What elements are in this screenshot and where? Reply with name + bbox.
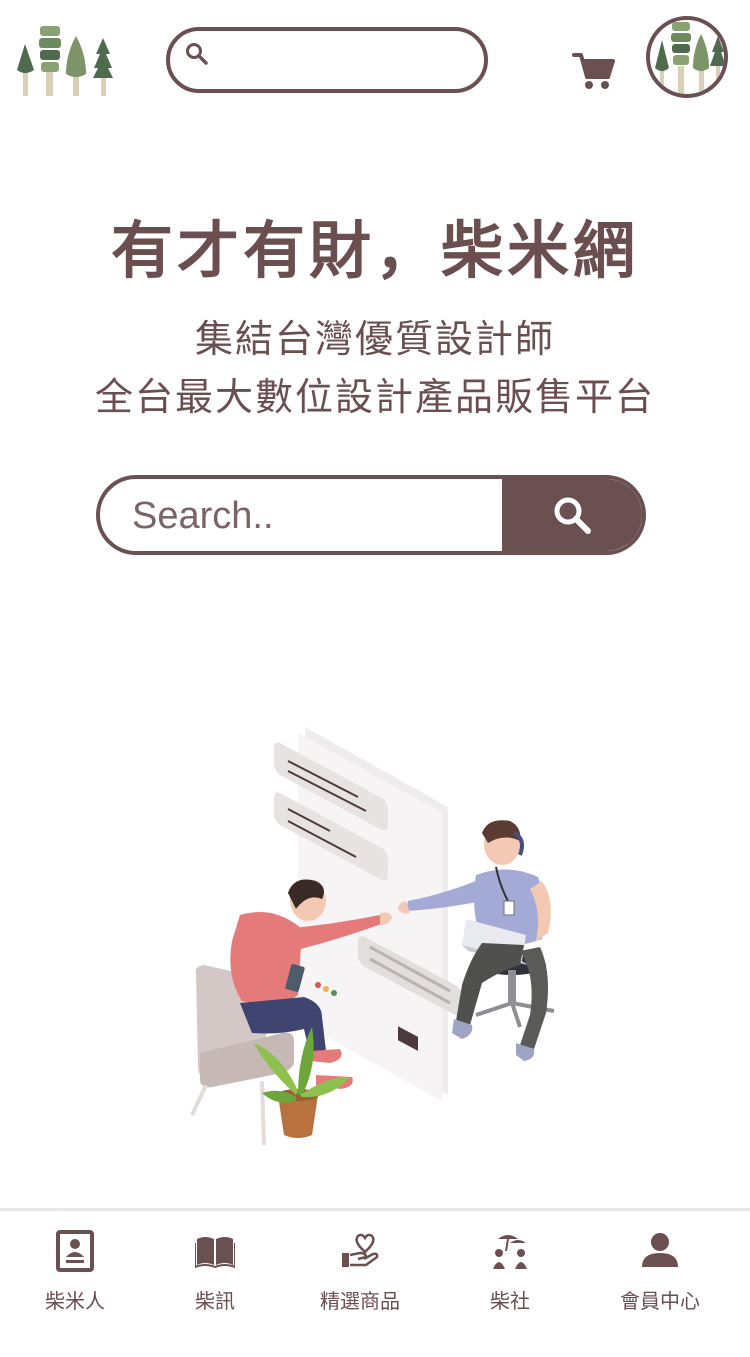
nav-label: 柴米人: [45, 1289, 105, 1313]
top-search-box[interactable]: [166, 27, 488, 93]
top-search-input[interactable]: [216, 39, 470, 83]
main-search-box: [96, 475, 646, 555]
search-button[interactable]: [502, 479, 642, 551]
search-icon: [554, 497, 591, 534]
nav-label: 會員中心: [620, 1289, 700, 1313]
hand-heart-icon: [340, 1229, 380, 1273]
community-icon: [490, 1229, 530, 1273]
nav-label: 柴訊: [195, 1289, 235, 1313]
open-book-icon: [194, 1229, 236, 1273]
designers-handshake-illustration: [170, 715, 580, 1155]
nav-item-featured-products[interactable]: 精選商品: [285, 1211, 435, 1357]
main-search-input[interactable]: [130, 489, 494, 543]
avatar[interactable]: [646, 16, 728, 98]
trees-logo-icon[interactable]: [14, 24, 120, 98]
search-icon: [184, 41, 210, 67]
profile-card-icon: [55, 1229, 95, 1273]
page-title: 有才有財，柴米網: [110, 214, 639, 287]
hero-subtitle-line-2: 全台最大數位設計產品販售平台: [94, 375, 655, 419]
nav-label: 柴社: [490, 1289, 530, 1313]
hero-subtitle-line-1: 集結台灣優質設計師: [194, 317, 555, 361]
avatar-trees-icon: [655, 22, 724, 94]
nav-label: 精選商品: [320, 1289, 400, 1313]
top-bar: [0, 0, 750, 130]
bottom-nav: 柴米人 柴訊 精選商品 柴社 會員中心: [0, 1208, 750, 1357]
nav-item-chaimi-people[interactable]: 柴米人: [0, 1211, 150, 1357]
cart-icon[interactable]: [572, 50, 616, 92]
nav-item-chaimi-community[interactable]: 柴社: [435, 1211, 585, 1357]
user-icon: [640, 1229, 680, 1273]
nav-item-member-center[interactable]: 會員中心: [585, 1211, 735, 1357]
nav-item-chaimi-news[interactable]: 柴訊: [140, 1211, 290, 1357]
